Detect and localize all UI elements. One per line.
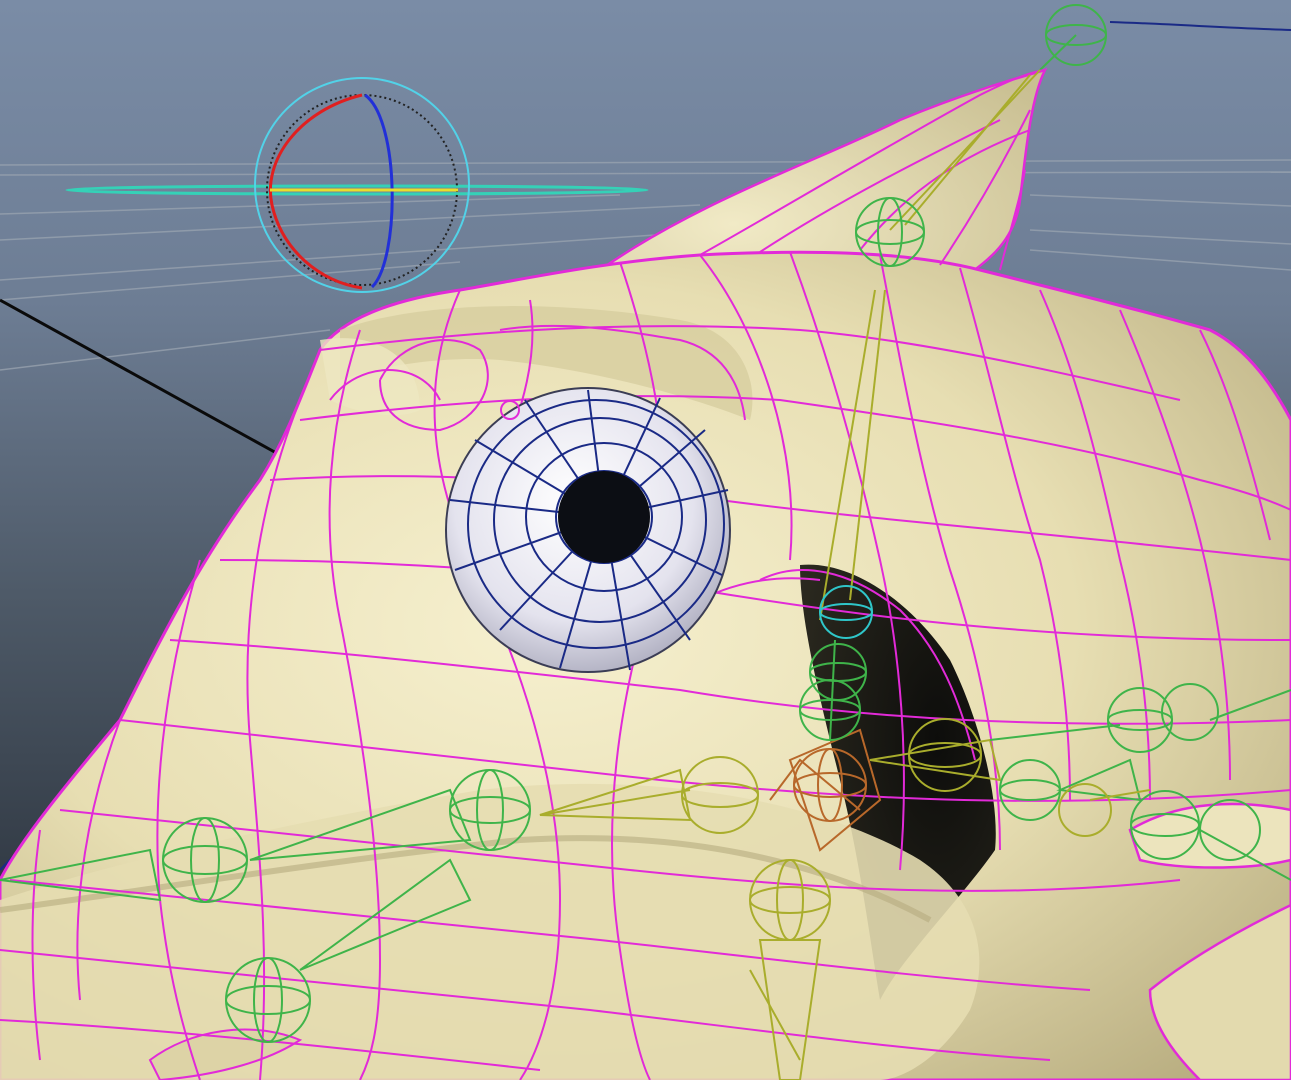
3d-viewport[interactable] — [0, 0, 1291, 1080]
viewport-canvas[interactable] — [0, 0, 1291, 1080]
eyeball[interactable] — [445, 387, 731, 673]
pupil — [558, 471, 650, 563]
